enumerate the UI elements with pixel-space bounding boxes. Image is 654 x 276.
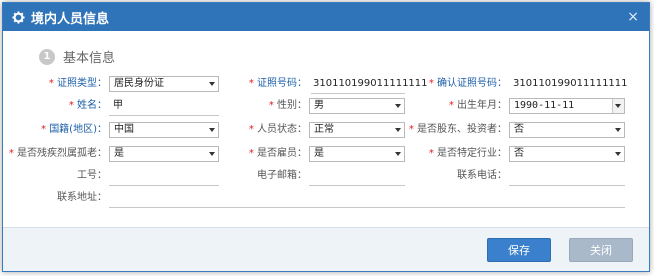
step-number-badge: 1 bbox=[39, 48, 55, 65]
phone-underline bbox=[509, 185, 625, 186]
employee-select[interactable]: 是 bbox=[309, 146, 405, 162]
label-nationality: * 国籍(地区)： bbox=[41, 124, 107, 135]
label-email: 电子邮箱： bbox=[257, 170, 307, 181]
shareholder-select[interactable]: 否 bbox=[509, 122, 625, 138]
name-field[interactable]: 甲 bbox=[113, 99, 123, 113]
chevron-down-icon bbox=[615, 152, 621, 156]
chevron-down-icon bbox=[209, 128, 215, 132]
form-content: 1 基本信息 * 证照类型： 居民身份证 * 证照号码： 31011019901… bbox=[9, 37, 631, 217]
chevron-down-icon bbox=[395, 152, 401, 156]
id-type-select[interactable]: 居民身份证 bbox=[109, 76, 219, 92]
label-is-disabled: * 是否残疾烈属孤老： bbox=[8, 148, 107, 159]
date-dropdown-button[interactable] bbox=[612, 99, 624, 113]
disabled-select[interactable]: 是 bbox=[109, 146, 219, 162]
label-id-type: * 证照类型： bbox=[48, 78, 107, 89]
chevron-down-icon bbox=[395, 128, 401, 132]
close-icon[interactable]: × bbox=[627, 9, 639, 25]
chevron-down-icon bbox=[615, 104, 621, 108]
dialog-title: 境内人员信息 bbox=[31, 11, 110, 27]
label-phone: 联系电话： bbox=[457, 170, 507, 181]
label-address: 联系地址： bbox=[57, 192, 107, 203]
birth-date-picker[interactable]: 1990-11-11 bbox=[509, 98, 625, 114]
email-underline bbox=[309, 185, 405, 186]
status-select[interactable]: 正常 bbox=[309, 122, 405, 138]
label-employee-no: 工号： bbox=[77, 170, 107, 181]
chevron-down-icon bbox=[395, 104, 401, 108]
label-confirm-id-number: * 确认证照号码： bbox=[428, 78, 507, 89]
section-title: 基本信息 bbox=[63, 51, 116, 66]
save-button[interactable]: 保存 bbox=[487, 238, 551, 262]
label-is-shareholder: * 是否股东、投资者： bbox=[408, 124, 507, 135]
label-name: * 姓名： bbox=[68, 100, 107, 111]
chevron-down-icon bbox=[615, 128, 621, 132]
employee-no-underline bbox=[109, 185, 219, 186]
label-birth-date: * 出生年月： bbox=[448, 100, 507, 111]
special-industry-select[interactable]: 否 bbox=[509, 146, 625, 162]
chevron-down-icon bbox=[209, 152, 215, 156]
dialog-titlebar: 境内人员信息 × bbox=[3, 3, 649, 31]
confirm-id-number-field[interactable]: 310110199011111111 bbox=[513, 77, 628, 91]
gear-icon bbox=[11, 10, 25, 24]
dialog-footer: 保存 关闭 bbox=[3, 227, 649, 271]
label-gender: * 性别： bbox=[268, 100, 307, 111]
id-number-underline bbox=[311, 93, 405, 94]
gender-select[interactable]: 男 bbox=[309, 98, 405, 114]
label-is-employee: * 是否雇员： bbox=[248, 148, 307, 159]
section-header: 1 基本信息 bbox=[39, 47, 115, 66]
address-underline bbox=[109, 207, 625, 208]
chevron-down-icon bbox=[209, 82, 215, 86]
label-status: * 人员状态： bbox=[248, 124, 307, 135]
label-is-special-industry: * 是否特定行业： bbox=[428, 148, 507, 159]
nationality-select[interactable]: 中国 bbox=[109, 122, 219, 138]
name-underline bbox=[109, 115, 219, 116]
close-button[interactable]: 关闭 bbox=[569, 238, 633, 262]
label-id-number: * 证照号码： bbox=[248, 78, 307, 89]
personnel-info-dialog: 境内人员信息 × 1 基本信息 * 证照类型： 居民身份证 * 证照号码： 31… bbox=[2, 2, 650, 272]
